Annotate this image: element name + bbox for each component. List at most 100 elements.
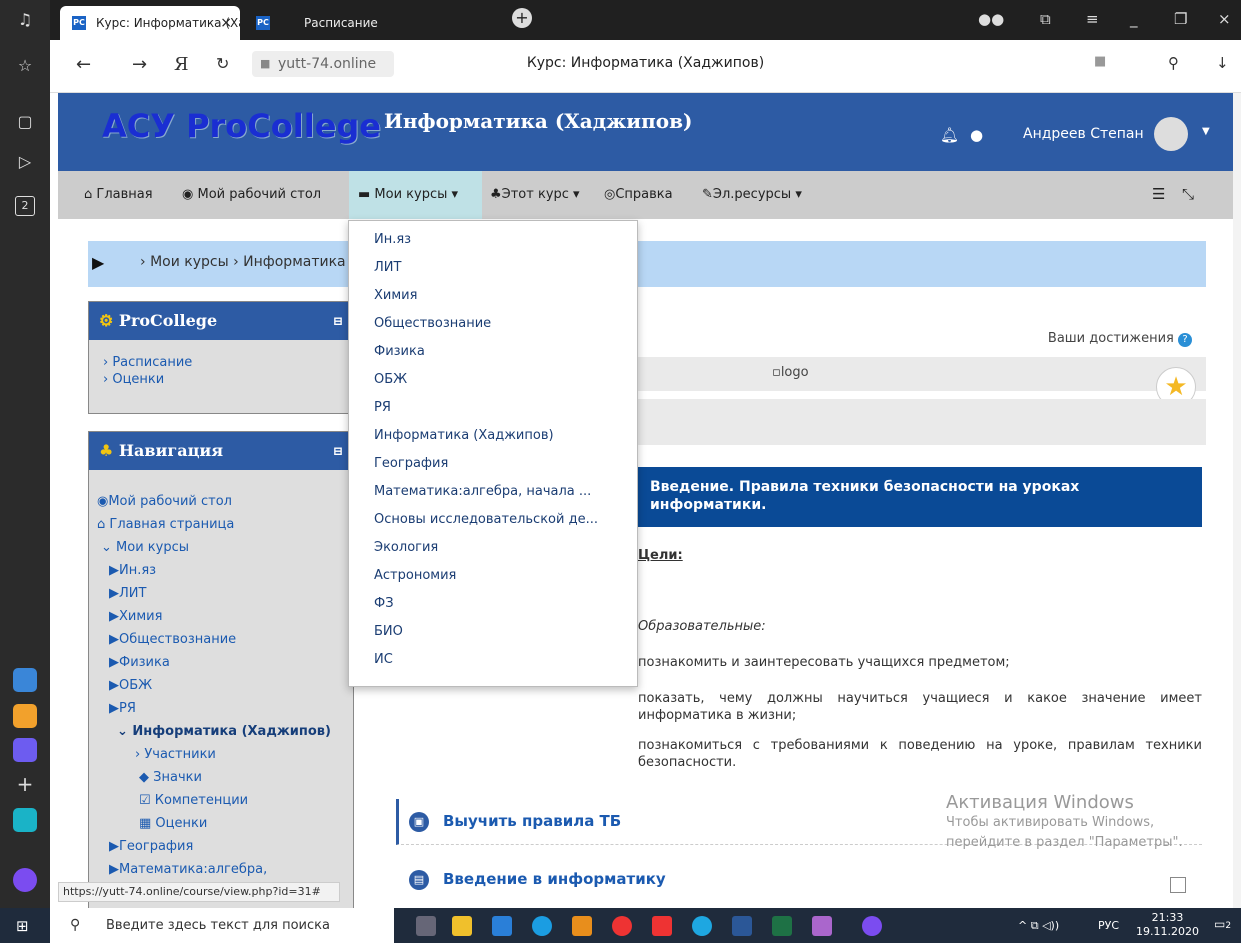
nav-course-item[interactable]: ▶Математика:алгебра, — [109, 858, 353, 881]
incognito-icon[interactable]: ●● — [978, 10, 1004, 28]
clock[interactable]: 21:33 19.11.2020 — [1136, 911, 1199, 939]
nav-resources[interactable]: ✎Эл.ресурсы ▾ — [702, 187, 802, 202]
messenger-app-icon[interactable] — [13, 738, 37, 762]
menu-item[interactable]: Астрономия — [374, 568, 456, 583]
bell-icon[interactable]: 🔔︎ — [940, 126, 959, 144]
tabs-count-icon[interactable]: 2 — [15, 196, 35, 216]
nav-course-item[interactable]: ▶Химия — [109, 605, 353, 628]
nav-course-item[interactable]: ▶Физика — [109, 651, 353, 674]
yandex-icon[interactable] — [652, 916, 672, 936]
tab-schedule[interactable]: PC Расписание — [244, 6, 454, 40]
mail-icon[interactable] — [492, 916, 512, 936]
completion-checkbox[interactable] — [1170, 877, 1186, 893]
nav-my-courses[interactable]: ▬ Мои курсы ▾ — [358, 187, 458, 202]
nav-link-home[interactable]: ⌂ Главная страница — [89, 513, 353, 536]
bell-icon[interactable]: ♫ — [15, 10, 35, 30]
menu-item[interactable]: ФЗ — [374, 596, 394, 611]
menu-item[interactable]: ИС — [374, 652, 393, 667]
windows-start-icon[interactable]: ⊞ — [16, 917, 29, 935]
nav-course-item[interactable]: ▶География — [109, 835, 353, 858]
collections-icon[interactable]: ⧉ — [1040, 10, 1051, 28]
menu-item[interactable]: РЯ — [374, 400, 391, 415]
achievements-link[interactable]: Ваши достижения ? — [1048, 331, 1192, 347]
menu-item[interactable]: Информатика (Хаджипов) — [374, 428, 554, 443]
activity-link[interactable]: Выучить правила ТБ — [443, 812, 621, 830]
nav-dashboard[interactable]: ◉ Мой рабочий стол — [182, 187, 321, 202]
edge-icon[interactable] — [532, 916, 552, 936]
store-icon[interactable] — [572, 916, 592, 936]
nav-course-item[interactable]: ▶ЛИТ — [109, 582, 353, 605]
nav-participants[interactable]: › Участники — [109, 743, 353, 766]
nav-competencies[interactable]: ☑ Компетенции — [109, 789, 353, 812]
mail-app-icon[interactable] — [13, 704, 37, 728]
menu-item[interactable]: ОБЖ — [374, 372, 407, 387]
paint-icon[interactable] — [812, 916, 832, 936]
menu-item[interactable]: Экология — [374, 540, 438, 555]
minimize-icon[interactable]: ⊟ — [333, 432, 343, 470]
menu-item[interactable]: Физика — [374, 344, 425, 359]
yandex-browser-icon[interactable] — [612, 916, 632, 936]
taskbar-search[interactable]: ⚲ Введите здесь текст для поиска — [50, 908, 394, 943]
notification-icon[interactable]: ▭2 — [1214, 917, 1231, 931]
word-icon[interactable] — [732, 916, 752, 936]
extensions-icon[interactable]: ⚲ — [1168, 54, 1179, 72]
tab-menu-icon[interactable]: ≡ — [1086, 10, 1099, 28]
outdent-icon[interactable]: ☰ — [1152, 185, 1165, 203]
breadcrumb-my-courses[interactable]: Мои курсы — [150, 254, 229, 270]
alice-icon[interactable] — [13, 868, 37, 892]
user-name[interactable]: Андреев Степан — [1023, 126, 1144, 142]
avatar[interactable] — [1154, 117, 1188, 151]
alice-icon[interactable] — [862, 916, 882, 936]
menu-item[interactable]: ЛИТ — [374, 260, 401, 275]
nav-course-item[interactable]: ▶ОБЖ — [109, 674, 353, 697]
menu-item[interactable]: Ин.яз — [374, 232, 411, 247]
link-grades[interactable]: › Оценки — [89, 371, 353, 388]
nav-this-course[interactable]: ♣Этот курс ▾ — [490, 187, 580, 202]
scrollbar[interactable] — [1233, 93, 1241, 908]
add-app-icon[interactable]: + — [15, 774, 35, 794]
skype-icon[interactable] — [692, 916, 712, 936]
close-window-icon[interactable]: × — [1218, 10, 1231, 28]
menu-item[interactable]: БИО — [374, 624, 403, 639]
file-explorer-icon[interactable] — [452, 916, 472, 936]
nav-link-dashboard[interactable]: ◉Мой рабочий стол — [89, 490, 353, 513]
breadcrumb-course[interactable]: Информатика — [243, 254, 345, 270]
activity-link[interactable]: Введение в информатику — [443, 870, 666, 888]
collections-icon[interactable]: ▢ — [15, 112, 35, 132]
menu-item[interactable]: Математика:алгебра, начала ... — [374, 484, 591, 499]
nav-course-item[interactable]: ▶РЯ — [109, 697, 353, 720]
task-view-icon[interactable] — [416, 916, 436, 936]
nav-course-item[interactable]: ▶Ин.яз — [109, 559, 353, 582]
nav-link-my-courses[interactable]: ⌄ Мои курсы — [89, 536, 353, 559]
menu-item[interactable]: Химия — [374, 288, 417, 303]
nav-course-item[interactable]: ▶Обществознание — [109, 628, 353, 651]
minimize-icon[interactable]: ⊟ — [333, 302, 343, 340]
chat-icon[interactable]: ● — [970, 126, 983, 144]
menu-item[interactable]: Основы исследовательской де... — [374, 512, 598, 527]
minimize-icon[interactable]: _ — [1130, 10, 1138, 28]
url-field[interactable]: ■ yutt-74.online — [252, 51, 394, 77]
help-icon[interactable]: ? — [1178, 333, 1192, 347]
nav-home[interactable]: ⌂ Главная — [84, 187, 153, 202]
download-icon[interactable]: ↓ — [1216, 54, 1229, 72]
star-icon[interactable]: ☆ — [15, 56, 35, 76]
site-logo[interactable]: АСУ ProCollege — [102, 107, 381, 145]
restore-icon[interactable]: ❐ — [1174, 10, 1187, 28]
close-icon[interactable]: × — [220, 6, 232, 40]
market-app-icon[interactable] — [13, 668, 37, 692]
compress-icon[interactable]: ⤡ — [1182, 185, 1194, 203]
play-icon[interactable]: ▷ — [15, 152, 35, 172]
nav-grades[interactable]: ▦ Оценки — [109, 812, 353, 835]
link-schedule[interactable]: › Расписание — [89, 354, 353, 371]
menu-item[interactable]: География — [374, 456, 448, 471]
nav-help[interactable]: ◎Справка — [604, 187, 673, 202]
new-tab-icon[interactable]: + — [512, 8, 532, 28]
tray-icons[interactable]: ^ ⧉ ◁)) — [1018, 919, 1059, 933]
nav-badges[interactable]: ◆ Значки — [109, 766, 353, 789]
chevron-down-icon[interactable]: ▼ — [1202, 126, 1210, 137]
activity-row[interactable]: ▤ Введение в информатику — [396, 857, 1202, 903]
bookmark-icon[interactable]: ■ — [1094, 54, 1106, 69]
nav-current-course[interactable]: ⌄ Информатика (Хаджипов) — [109, 720, 353, 743]
tab-course[interactable]: PC Курс: Информатика (Ха × — [60, 6, 240, 40]
send-app-icon[interactable] — [13, 808, 37, 832]
